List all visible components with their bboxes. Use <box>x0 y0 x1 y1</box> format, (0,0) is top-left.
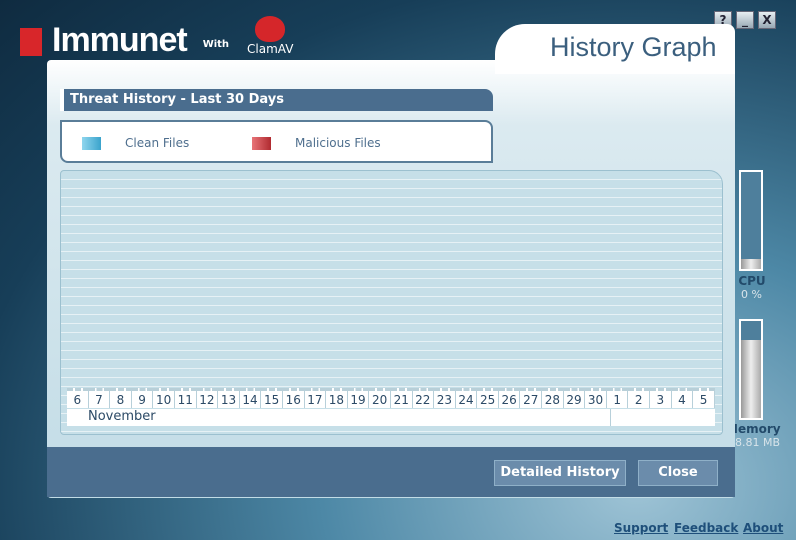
x-tick-label: 21 <box>390 388 413 408</box>
about-link[interactable]: About <box>743 521 783 535</box>
clean-files-swatch <box>82 137 101 150</box>
x-tick-label: 27 <box>520 388 543 408</box>
x-tick-label: 5 <box>693 388 715 408</box>
x-tick-label: 6 <box>67 388 89 408</box>
x-axis-dates: 6 7 8 9 10 11 12 13 14 15 16 17 18 19 20 21 22 23 24 25 26 27… <box>67 388 715 408</box>
support-link[interactable]: Support <box>614 521 668 535</box>
memory-meter <box>739 319 763 420</box>
malicious-files-swatch <box>252 137 271 150</box>
clamav-logo: ClamAV <box>247 16 293 56</box>
chart-legend: Clean Files Malicious Files <box>60 120 493 163</box>
x-tick-label: 2 <box>628 388 651 408</box>
legend-clean: Clean Files <box>125 136 190 150</box>
x-tick-label: 30 <box>585 388 607 408</box>
x-tick-label: 23 <box>434 388 456 408</box>
x-tick-label: 13 <box>218 388 240 408</box>
app-name: Immunet <box>52 21 188 59</box>
x-tick-label: 1 <box>606 388 629 408</box>
feedback-link[interactable]: Feedback <box>674 521 738 535</box>
cpu-value: 0 % <box>741 288 762 301</box>
page-title: History Graph <box>550 32 717 62</box>
x-tick-label: 14 <box>239 388 262 408</box>
section-header: Threat History - Last 30 Days <box>60 89 493 111</box>
cpu-meter-fill <box>741 259 761 269</box>
clamav-devil-icon <box>255 16 286 42</box>
x-tick-label: 12 <box>196 388 219 408</box>
minimize-button[interactable]: _ <box>736 11 754 29</box>
x-tick-label: 28 <box>542 388 564 408</box>
button-bar <box>47 447 735 497</box>
x-tick-label: 15 <box>261 388 283 408</box>
cpu-label: CPU <box>738 274 766 288</box>
x-tick-label: 19 <box>347 388 370 408</box>
memory-label: Memory <box>735 422 781 436</box>
x-tick-label: 9 <box>131 388 154 408</box>
immunet-logo-icon <box>20 28 42 56</box>
x-tick-label: 18 <box>326 388 348 408</box>
x-tick-label: 25 <box>477 388 499 408</box>
close-button[interactable]: Close <box>638 460 718 486</box>
month-label: November <box>88 409 156 424</box>
x-tick-label: 10 <box>153 388 175 408</box>
x-tick-label: 29 <box>563 388 586 408</box>
x-axis-month: November <box>67 409 715 426</box>
with-label: With <box>202 39 230 50</box>
memory-value: 8.81 MB <box>735 436 781 449</box>
legend-malicious: Malicious Files <box>295 136 381 150</box>
x-tick-label: 11 <box>174 388 197 408</box>
x-tick-label: 26 <box>498 388 521 408</box>
x-tick-label: 7 <box>88 388 111 408</box>
x-tick-label: 16 <box>282 388 305 408</box>
clamav-label: ClamAV <box>247 42 294 56</box>
memory-meter-fill <box>741 340 761 418</box>
x-tick-label: 4 <box>671 388 694 408</box>
cpu-meter <box>739 170 763 271</box>
x-tick-label: 3 <box>650 388 672 408</box>
x-tick-label: 8 <box>110 388 132 408</box>
x-tick-label: 24 <box>455 388 478 408</box>
x-tick-label: 20 <box>369 388 391 408</box>
close-window-button[interactable]: X <box>758 11 776 29</box>
detailed-history-button[interactable]: Detailed History <box>494 460 626 486</box>
immunet-logo: Immunet With ClamAV <box>20 16 293 59</box>
x-tick-label: 22 <box>412 388 435 408</box>
x-tick-label: 17 <box>304 388 327 408</box>
